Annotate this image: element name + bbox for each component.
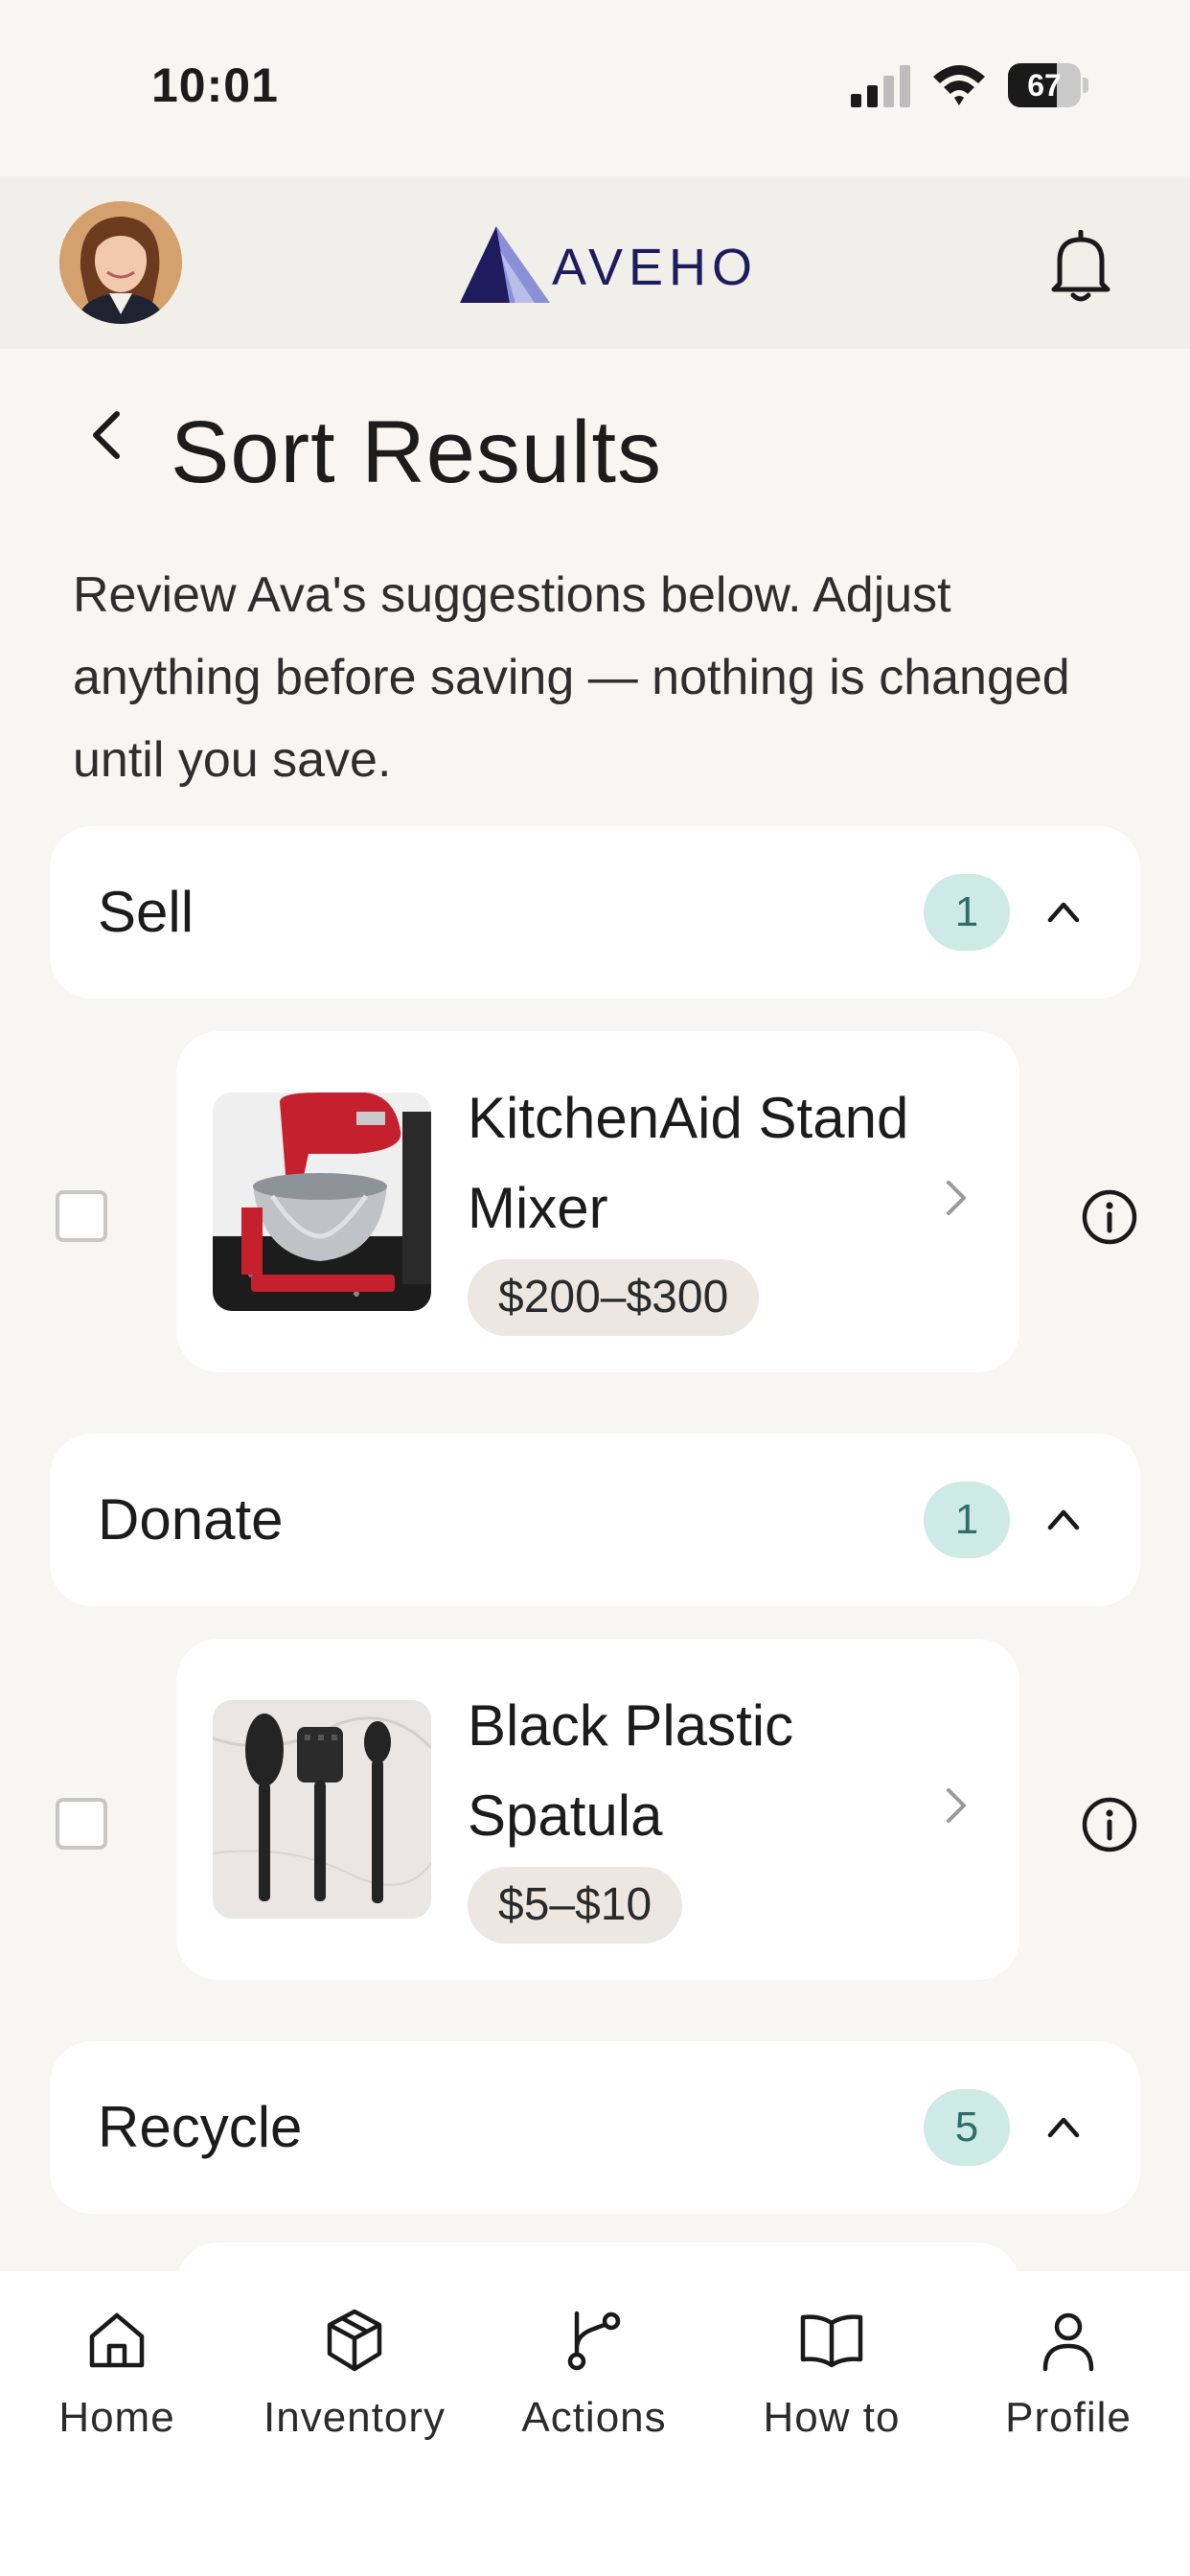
item-card[interactable]: KitchenAid Stand Mixer $200–$300 [176,1031,1019,1372]
status-time: 10:01 [151,58,279,112]
status-bar: 10:01 67 [0,0,1190,176]
item-photo [213,1700,431,1919]
item-name: KitchenAid Stand Mixer [468,1086,909,1240]
chevron-right-icon [947,1788,966,1823]
section-label: Donate [98,1487,284,1552]
chevron-up-icon[interactable] [1046,893,1081,932]
cellular-signal-icon [851,65,910,107]
info-icon[interactable] [1081,1188,1138,1246]
section-sell[interactable]: Sell 1 [50,826,1140,999]
box-icon [327,2309,382,2372]
tab-label: Profile [1005,2394,1132,2441]
tab-actions[interactable]: Actions [479,2306,709,2478]
price-badge: $5–$10 [468,1867,683,1944]
chevron-right-icon [947,1181,966,1215]
page-title: Sort Results [171,403,663,501]
avatar[interactable] [59,201,182,324]
item-name: Black Plastic Spatula [468,1693,794,1848]
tab-profile[interactable]: Profile [953,2306,1183,2478]
branch-icon [567,2311,621,2371]
item-photo [213,1092,431,1311]
app-header: AVEHO [0,176,1190,349]
tab-label: Actions [521,2394,667,2441]
tab-home[interactable]: Home [2,2306,232,2478]
info-icon[interactable] [1081,1796,1138,1853]
item-checkbox[interactable] [56,1190,107,1242]
chevron-up-icon[interactable] [1046,1501,1081,1539]
page-description: Review Ava's suggestions below. Adjust a… [73,567,1070,788]
tab-label: Home [58,2394,175,2441]
count-badge: 1 [924,1482,1010,1558]
tab-label: How to [763,2394,901,2441]
battery-level: 67 [1027,68,1062,103]
tab-label: Inventory [263,2394,446,2441]
person-icon [1042,2312,1094,2372]
home-icon [89,2312,145,2368]
notification-bell-icon[interactable] [1046,230,1115,303]
count-badge: 1 [924,874,1010,951]
back-arrow-icon[interactable] [86,406,128,464]
section-label: Recycle [98,2095,303,2159]
chevron-up-icon[interactable] [1046,2108,1081,2147]
item-checkbox[interactable] [56,1798,107,1850]
section-donate[interactable]: Donate 1 [50,1434,1140,1606]
price-badge: $200–$300 [468,1259,760,1336]
wifi-icon [933,65,985,105]
book-icon [800,2314,863,2368]
count-badge: 5 [924,2089,1010,2166]
tab-inventory[interactable]: Inventory [240,2306,469,2478]
section-recycle[interactable]: Recycle 5 [50,2041,1140,2214]
item-card[interactable]: Black Plastic Spatula $5–$10 [176,1639,1019,1980]
battery-icon: 67 [1008,63,1088,107]
section-label: Sell [98,880,195,944]
bottom-tab-bar: Home Inventory Actions How to Profile [0,2271,1190,2576]
aveho-logo: AVEHO [458,220,752,307]
tab-how-to[interactable]: How to [717,2306,947,2478]
